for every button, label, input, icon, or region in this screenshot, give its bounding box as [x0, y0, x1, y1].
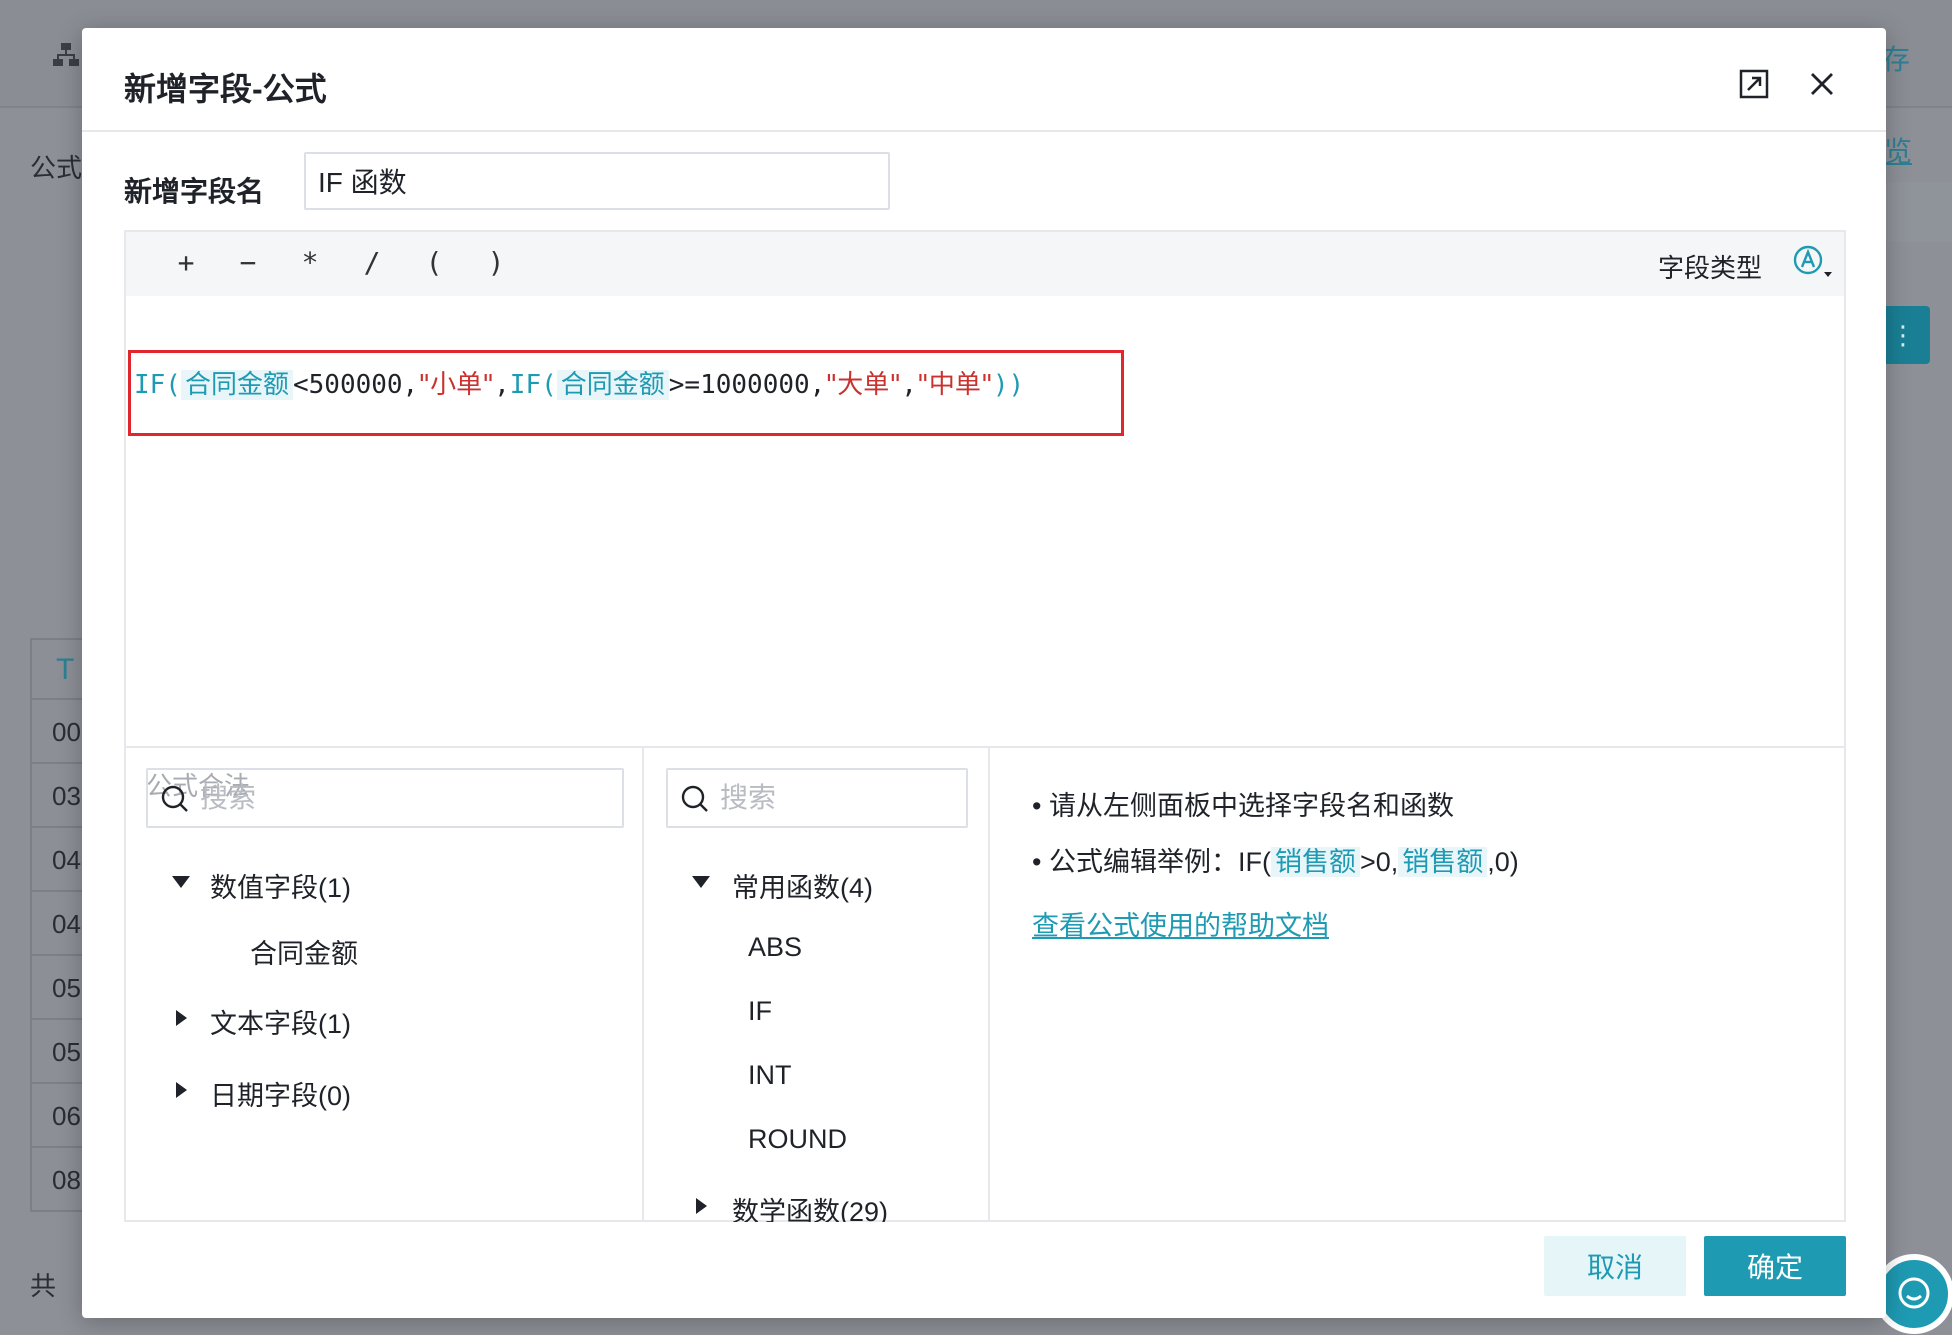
field-group-label: 文本字段(1)	[210, 1009, 351, 1039]
function-search-input[interactable]	[720, 778, 950, 818]
table-row: 08	[32, 1148, 88, 1212]
operator-toolbar: + − * / ( ) 字段类型	[126, 232, 1844, 296]
minus-operator-button[interactable]: −	[228, 246, 268, 279]
chevron-down-icon	[172, 876, 190, 888]
formula-function: IF(	[134, 370, 181, 400]
background-table: T 00 03 04 04 05 05 06 08	[30, 638, 90, 1212]
field-name-input[interactable]	[304, 152, 890, 210]
table-row: 05	[32, 1020, 88, 1084]
field-search-box	[146, 768, 624, 828]
formula-input-area[interactable]: IF(合同金额 <500000,"小单",IF(合同金额 >=1000000,"大单…	[126, 296, 1844, 801]
background-panel	[1880, 182, 1952, 242]
function-panel: 常用函数(4) ABS IF INT ROUND 数学函数(29)	[646, 748, 990, 1222]
background-formula-label: 公式	[30, 153, 83, 183]
help-doc-link[interactable]: 查看公式使用的帮助文档	[1032, 904, 1329, 943]
formula-separator: ,	[901, 370, 917, 400]
table-row: 00	[32, 700, 88, 764]
formula-panels: 数值字段(1) 合同金额 文本字段(1) 日期字段(0)	[126, 746, 1844, 1222]
hint-example-field: 销售额	[1270, 847, 1360, 877]
hint-panel: • 请从左侧面板中选择字段名和函数 • 公式编辑举例：IF(销售额 >0, 销售额,…	[992, 748, 1844, 1222]
divide-operator-button[interactable]: /	[352, 246, 392, 279]
formula-string: "大单"	[825, 370, 902, 400]
formula-field-token[interactable]: 合同金额	[556, 370, 669, 400]
formula-closing-paren: ))	[992, 370, 1025, 400]
hint-line-example: • 公式编辑举例：IF(销售额 >0, 销售额 ,0)	[1032, 840, 1519, 879]
hint-example-suffix: ,0)	[1487, 847, 1519, 877]
function-search-box	[666, 768, 968, 828]
field-group-label: 日期字段(0)	[210, 1081, 351, 1111]
field-search-input[interactable]	[200, 778, 500, 818]
expand-icon[interactable]	[1734, 64, 1774, 104]
dialog-header: 新增字段-公式	[82, 28, 1886, 132]
table-row: 03	[32, 764, 88, 828]
function-item-round[interactable]: ROUND	[748, 1124, 847, 1155]
field-group-label: 数值字段(1)	[210, 873, 351, 903]
field-type-label: 字段类型	[1658, 253, 1763, 283]
chevron-right-icon	[176, 1082, 187, 1098]
function-item-if[interactable]: IF	[748, 996, 772, 1027]
table-row: 04	[32, 828, 88, 892]
formula-separator: ,	[494, 370, 510, 400]
close-icon[interactable]	[1802, 64, 1842, 104]
field-item-contract-amount[interactable]: 合同金额	[250, 932, 358, 971]
hint-example-field: 销售额	[1398, 847, 1488, 877]
formula-text[interactable]: IF(合同金额 <500000,"小单",IF(合同金额 >=1000000,"大单…	[134, 364, 1024, 401]
add-formula-field-dialog: 新增字段-公式 新增字段名 + − * / ( ) 字段类型 IF(合同金额<5…	[82, 28, 1886, 1318]
background-save-label: 存	[1882, 44, 1911, 75]
formula-function: IF(	[509, 370, 557, 400]
background-total-label: 共	[30, 1271, 57, 1301]
search-icon	[680, 784, 710, 819]
function-group-label: 常用函数(4)	[732, 873, 873, 903]
search-icon	[160, 784, 190, 819]
table-row: 05	[32, 956, 88, 1020]
chevron-down-icon	[692, 876, 710, 888]
right-paren-button[interactable]: )	[476, 246, 516, 279]
formula-editor: + − * / ( ) 字段类型 IF(合同金额 <500000,"小单",IF(…	[124, 230, 1846, 1222]
background-preview-link: 览	[1884, 136, 1913, 167]
function-item-int[interactable]: INT	[748, 1060, 792, 1091]
function-group-label: 数学函数(29)	[732, 1197, 889, 1222]
formula-field-token[interactable]: 合同金额	[180, 370, 293, 400]
table-row: 04	[32, 892, 88, 956]
chevron-right-icon	[176, 1010, 187, 1026]
cancel-button[interactable]: 取消	[1544, 1236, 1686, 1296]
text-type-icon[interactable]	[1792, 244, 1838, 289]
formula-operator: <500000,	[292, 370, 419, 400]
confirm-button[interactable]: 确定	[1704, 1236, 1846, 1296]
formula-string: "小单"	[418, 370, 495, 400]
left-paren-button[interactable]: (	[414, 246, 454, 279]
plus-operator-button[interactable]: +	[166, 246, 206, 279]
hint-example-prefix: • 公式编辑举例：IF(	[1032, 847, 1271, 877]
table-row: 06	[32, 1084, 88, 1148]
multiply-operator-button[interactable]: *	[290, 246, 330, 279]
dialog-title: 新增字段-公式	[124, 71, 327, 107]
chevron-right-icon	[696, 1198, 707, 1214]
field-name-label: 新增字段名	[124, 176, 265, 207]
formula-operator: >=1000000,	[668, 370, 826, 400]
field-panel: 数值字段(1) 合同金额 文本字段(1) 日期字段(0)	[126, 748, 644, 1222]
hint-example-mid: >0,	[1359, 847, 1399, 877]
hint-line-select: • 请从左侧面板中选择字段名和函数	[1032, 791, 1454, 821]
hierarchy-icon	[52, 42, 80, 75]
function-item-abs[interactable]: ABS	[748, 932, 802, 963]
formula-string: "中单"	[916, 370, 993, 400]
background-table-header: T	[32, 640, 88, 700]
